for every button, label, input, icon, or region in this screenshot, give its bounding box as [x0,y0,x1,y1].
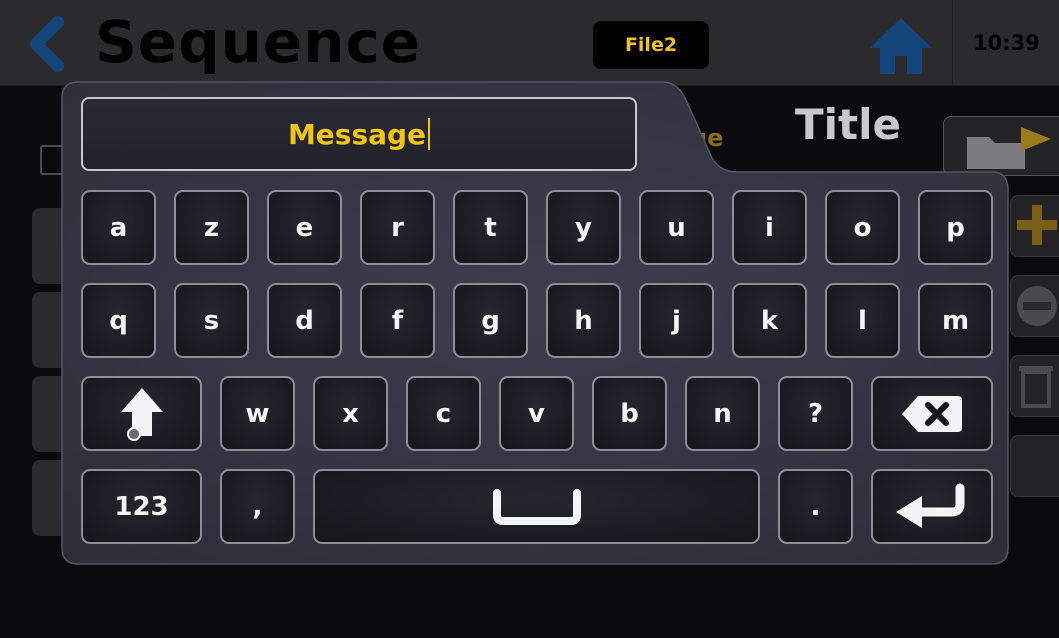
key-u[interactable]: u [639,190,714,265]
numbers-key[interactable]: 123 [81,469,202,544]
key-a[interactable]: a [81,190,156,265]
key-t[interactable]: t [453,190,528,265]
backspace-icon [902,395,962,432]
title-label: Title [795,100,902,149]
key-e[interactable]: e [267,190,342,265]
key-i[interactable]: i [732,190,807,265]
shift-key[interactable] [81,376,202,451]
key-f[interactable]: f [360,283,435,358]
side-button[interactable] [1010,435,1059,497]
key-v[interactable]: v [499,376,574,451]
space-key[interactable] [313,469,760,544]
checkbox[interactable] [40,145,66,175]
key-n[interactable]: n [685,376,760,451]
enter-return-icon [896,483,965,528]
key-s[interactable]: s [174,283,249,358]
key-comma[interactable]: , [220,469,295,544]
backspace-key[interactable] [871,376,993,451]
key-period[interactable]: . [778,469,853,544]
key-q[interactable]: q [81,283,156,358]
home-button[interactable] [868,16,934,76]
key-r[interactable]: r [360,190,435,265]
key-m[interactable]: m [918,283,993,358]
plus-icon [1017,205,1057,245]
shift-arrow-icon [120,387,163,441]
remove-button[interactable] [1010,275,1059,337]
key-o[interactable]: o [825,190,900,265]
key-l[interactable]: l [825,283,900,358]
key-h[interactable]: h [546,283,621,358]
space-bar-icon [492,488,581,525]
add-button[interactable] [1010,195,1059,257]
clock: 10:39 [952,0,1059,85]
key-w[interactable]: w [220,376,295,451]
text-input-value: Message [287,117,427,151]
enter-key[interactable] [871,469,993,544]
chevron-left-icon [30,16,64,72]
page-title: Sequence [95,8,422,76]
key-k[interactable]: k [732,283,807,358]
key-z[interactable]: z [174,190,249,265]
text-input-field[interactable]: Message [81,97,637,171]
minus-icon [1017,286,1057,326]
back-button[interactable] [22,14,78,74]
key-g[interactable]: g [453,283,528,358]
folder-export-icon [967,127,1051,169]
key-c[interactable]: c [406,376,481,451]
key-x[interactable]: x [313,376,388,451]
key-b[interactable]: b [592,376,667,451]
message-field-label: ge [690,124,724,152]
home-icon [870,18,932,74]
key-y[interactable]: y [546,190,621,265]
top-bar: Sequence File2 10:39 [0,0,1059,86]
delete-button[interactable] [1010,355,1059,417]
key-d[interactable]: d [267,283,342,358]
text-caret [428,118,431,150]
file-name-badge: File2 [593,21,709,69]
key-question-mark[interactable]: ? [778,376,853,451]
key-p[interactable]: p [918,190,993,265]
key-j[interactable]: j [639,283,714,358]
trash-icon [1019,366,1053,408]
export-folder-button[interactable] [943,116,1059,176]
